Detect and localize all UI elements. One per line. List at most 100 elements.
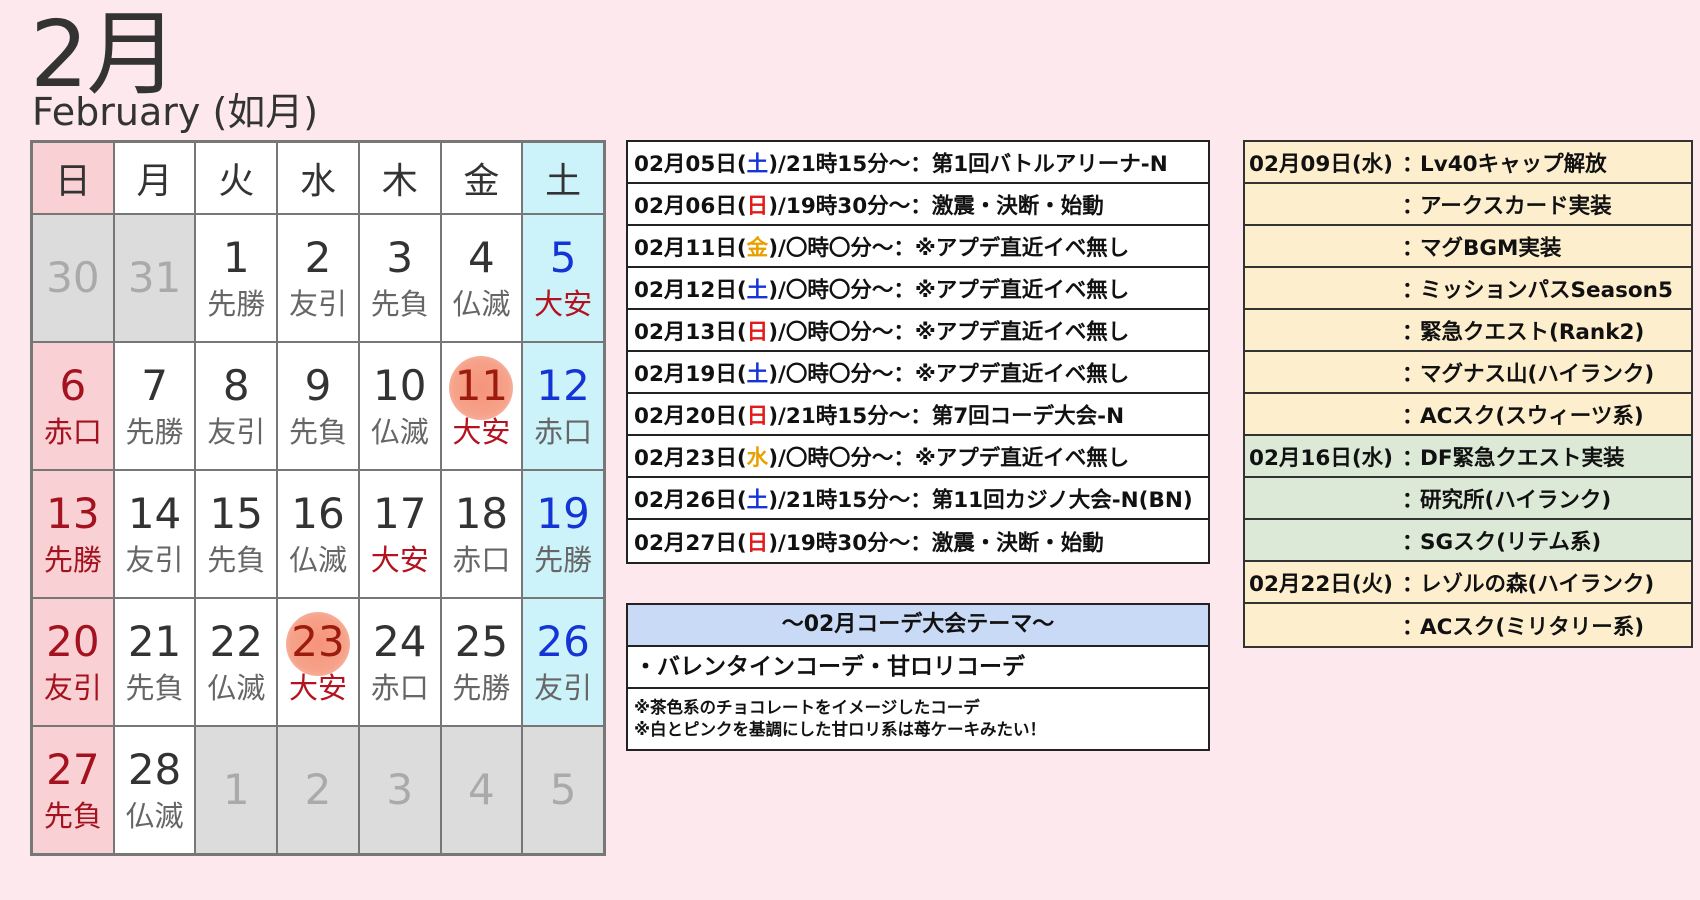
calendar-day-cell: 3 (359, 727, 440, 853)
update-row: ：ミッションパスSeason5 (1245, 268, 1691, 310)
event-weekday: 土 (746, 361, 769, 387)
rokuyo-label: 大安 (534, 287, 593, 321)
update-row: ：緊急クエスト(Rank2) (1245, 310, 1691, 352)
day-number: 16 (291, 489, 345, 538)
theme-notes: ※茶色系のチョコレートをイメージしたコーデ ※白とピンクを基調にした甘ロリ系は苺… (628, 689, 1208, 749)
day-number: 28 (127, 745, 182, 794)
update-colon: ： (1402, 529, 1424, 555)
event-row: 02月13日(日)/〇時〇分～：※アプデ直近イベ無し (628, 310, 1208, 352)
month-subtitle: February (如月) (32, 90, 319, 134)
update-schedule-table: 02月09日(水)： Lv40キャップ解放：アークスカード実装：マグBGM実装：ミ… (1243, 140, 1693, 648)
rokuyo-label: 赤口 (452, 543, 511, 577)
update-colon: ： (1402, 571, 1424, 597)
event-weekday: 金 (746, 235, 769, 261)
update-text: マグナス山(ハイランク) (1420, 361, 1655, 387)
calendar-day-cell: 27 先負 (33, 727, 113, 853)
calendar-day-cell: 5 大安 (523, 215, 603, 341)
calendar-day-cell: 9 先負 (278, 343, 358, 469)
day-number: 13 (46, 489, 100, 538)
rokuyo-label: 先勝 (207, 287, 266, 321)
event-row: 02月27日(日)/19時30分～：激震・決断・始動 (628, 520, 1208, 562)
update-colon: ： (1402, 277, 1424, 303)
event-detail: )/19時30分～：激震・決断・始動 (768, 530, 1104, 556)
update-row: 02月22日(火) ：レゾルの森(ハイランク) (1245, 562, 1691, 604)
day-number: 4 (468, 765, 495, 814)
calendar-day-cell: 20 友引 (33, 599, 113, 725)
update-colon: ： (1402, 235, 1424, 261)
calendar-day-cell: 16 仏滅 (278, 471, 358, 597)
day-number: 23 (291, 617, 345, 666)
update-colon: ： (1402, 403, 1424, 429)
weekday-header-mon: 月 (114, 143, 195, 213)
rokuyo-label: 友引 (125, 543, 184, 577)
calendar-day-cell: 7 先勝 (114, 343, 195, 469)
theme-header: ～02月コーデ大会テーマ～ (628, 605, 1208, 647)
weekday-header-sun: 日 (33, 143, 113, 213)
calendar-day-cell: 4 (441, 727, 522, 853)
calendar-day-cell: 3 先負 (359, 215, 440, 341)
day-number: 8 (222, 361, 250, 410)
calendar-day-cell: 22 仏滅 (196, 599, 277, 725)
event-row: 02月20日(日)/21時15分～：第7回コーデ大会-N (628, 394, 1208, 436)
event-weekday: 土 (746, 151, 769, 177)
rokuyo-label: 先負 (125, 671, 184, 705)
calendar-day-cell: 31 (114, 215, 195, 341)
rokuyo-label: 仏滅 (207, 671, 266, 705)
event-weekday: 日 (746, 403, 769, 429)
calendar-day-cell: 19 先勝 (523, 471, 603, 597)
day-number: 5 (549, 233, 577, 282)
day-number: 1 (222, 765, 250, 814)
event-detail: )/21時15分～：第7回コーデ大会-N (768, 403, 1125, 429)
rokuyo-label: 友引 (288, 287, 347, 321)
day-number: 24 (372, 617, 427, 666)
event-date: 02月20日( (634, 403, 747, 429)
update-text: マグBGM実装 (1420, 235, 1562, 261)
event-detail: )/21時15分～：第11回カジノ大会-N(BN) (768, 487, 1193, 513)
update-colon: ： (1402, 193, 1424, 219)
rokuyo-label: 大安 (288, 671, 347, 705)
event-row: 02月06日(日)/19時30分～：激震・決断・始動 (628, 184, 1208, 226)
day-number: 7 (141, 361, 168, 410)
update-row: ： ACスク(ミリタリー系) (1245, 604, 1691, 646)
rokuyo-label: 先負 (370, 287, 429, 321)
rokuyo-label: 大安 (370, 543, 429, 577)
rokuyo-label: 仏滅 (452, 287, 511, 321)
day-number: 31 (127, 253, 182, 302)
update-row: ：マグナス山(ハイランク) (1245, 352, 1691, 394)
update-text: ミッションパスSeason5 (1420, 277, 1673, 303)
update-text: DF緊急クエスト実装 (1420, 445, 1625, 471)
calendar-day-cell: 6 赤口 (33, 343, 113, 469)
rokuyo-label: 友引 (207, 415, 266, 449)
event-date: 02月11日( (634, 235, 747, 261)
update-text: レゾルの森(ハイランク) (1420, 571, 1655, 597)
update-colon: ： (1402, 445, 1424, 471)
update-row: ：アークスカード実装 (1245, 184, 1691, 226)
rokuyo-label: 赤口 (43, 415, 102, 449)
calendar-day-cell: 30 (33, 215, 113, 341)
weekday-header-sat: 土 (523, 143, 603, 213)
event-weekday: 日 (746, 193, 769, 219)
update-date: 02月22日(火) (1249, 571, 1393, 597)
calendar-day-cell: 4 仏滅 (441, 215, 522, 341)
day-number: 12 (536, 361, 590, 410)
update-row: 02月16日(水) ： DF緊急クエスト実装 (1245, 436, 1691, 478)
update-text: ACスク(ミリタリー系) (1420, 614, 1645, 640)
event-row: 02月19日(土)/〇時〇分～：※アプデ直近イベ無し (628, 352, 1208, 394)
calendar-day-cell: 25 先勝 (441, 599, 522, 725)
coordinate-theme-box: ～02月コーデ大会テーマ～ ・バレンタインコーデ・甘ロリコーデ ※茶色系のチョコ… (626, 603, 1210, 751)
event-detail: )/〇時〇分～：※アプデ直近イベ無し (768, 319, 1130, 345)
day-number: 30 (46, 253, 100, 302)
update-text: Lv40キャップ解放 (1420, 151, 1607, 177)
event-weekday: 日 (746, 319, 769, 345)
calendar-day-cell: 1 先勝 (196, 215, 277, 341)
event-date: 02月26日( (634, 487, 747, 513)
event-row: 02月11日(金)/〇時〇分～：※アプデ直近イベ無し (628, 226, 1208, 268)
calendar-day-cell: 13 先勝 (33, 471, 113, 597)
weekday-header-wed: 水 (278, 143, 358, 213)
day-number: 21 (127, 617, 182, 666)
update-colon: ： (1402, 319, 1424, 345)
day-number: 4 (468, 233, 495, 282)
update-colon: ： (1402, 614, 1424, 640)
day-number: 19 (536, 489, 590, 538)
day-number: 27 (46, 745, 100, 794)
